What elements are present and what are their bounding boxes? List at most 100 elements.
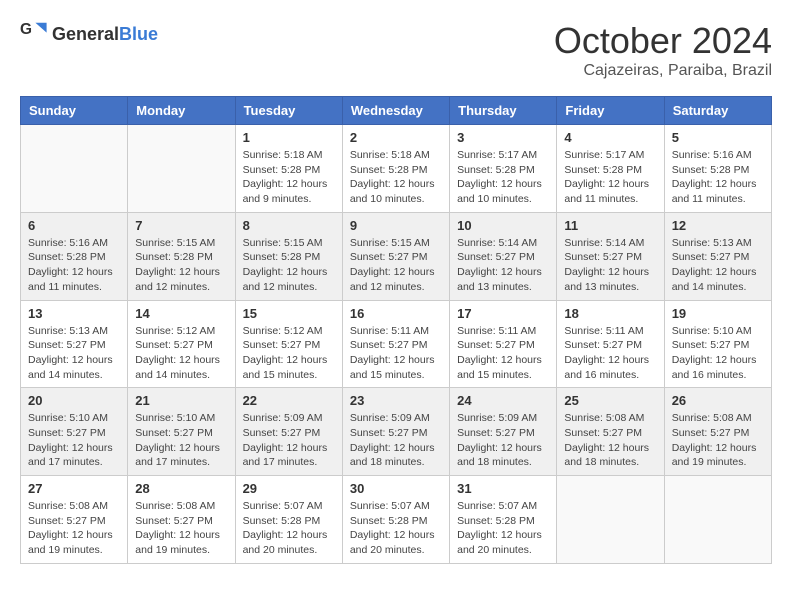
- day-info: Sunrise: 5:07 AM Sunset: 5:28 PM Dayligh…: [243, 499, 335, 558]
- day-info: Sunrise: 5:10 AM Sunset: 5:27 PM Dayligh…: [28, 411, 120, 470]
- weekday-header-cell: Wednesday: [342, 97, 449, 125]
- calendar-week-row: 13 Sunrise: 5:13 AM Sunset: 5:27 PM Dayli…: [21, 300, 772, 388]
- day-info: Sunrise: 5:07 AM Sunset: 5:28 PM Dayligh…: [457, 499, 549, 558]
- day-info: Sunrise: 5:14 AM Sunset: 5:27 PM Dayligh…: [564, 236, 656, 295]
- calendar-cell: 4 Sunrise: 5:17 AM Sunset: 5:28 PM Daylig…: [557, 125, 664, 213]
- calendar-cell: 26 Sunrise: 5:08 AM Sunset: 5:27 PM Dayli…: [664, 388, 771, 476]
- day-number: 28: [135, 481, 227, 496]
- logo: G GeneralBlue: [20, 20, 158, 48]
- weekday-header-cell: Tuesday: [235, 97, 342, 125]
- calendar-cell: 13 Sunrise: 5:13 AM Sunset: 5:27 PM Dayli…: [21, 300, 128, 388]
- day-number: 11: [564, 218, 656, 233]
- calendar-cell: [128, 125, 235, 213]
- calendar-cell: 28 Sunrise: 5:08 AM Sunset: 5:27 PM Dayli…: [128, 476, 235, 564]
- calendar-cell: 3 Sunrise: 5:17 AM Sunset: 5:28 PM Daylig…: [450, 125, 557, 213]
- day-info: Sunrise: 5:15 AM Sunset: 5:28 PM Dayligh…: [135, 236, 227, 295]
- day-info: Sunrise: 5:18 AM Sunset: 5:28 PM Dayligh…: [350, 148, 442, 207]
- day-number: 1: [243, 130, 335, 145]
- day-number: 20: [28, 393, 120, 408]
- calendar-week-row: 6Sunrise: 5:16 AM Sunset: 5:28 PM Daylig…: [21, 212, 772, 300]
- day-number: 3: [457, 130, 549, 145]
- calendar-cell: 14Sunrise: 5:12 AM Sunset: 5:27 PM Dayli…: [128, 300, 235, 388]
- day-number: 15: [243, 306, 335, 321]
- day-info: Sunrise: 5:14 AM Sunset: 5:27 PM Dayligh…: [457, 236, 549, 295]
- day-info: Sunrise: 5:08 AM Sunset: 5:27 PM Dayligh…: [672, 411, 764, 470]
- weekday-header: SundayMondayTuesdayWednesdayThursdayFrid…: [21, 97, 772, 125]
- calendar-cell: 8 Sunrise: 5:15 AM Sunset: 5:28 PM Daylig…: [235, 212, 342, 300]
- day-info: Sunrise: 5:17 AM Sunset: 5:28 PM Dayligh…: [564, 148, 656, 207]
- calendar-cell: 7 Sunrise: 5:15 AM Sunset: 5:28 PM Daylig…: [128, 212, 235, 300]
- weekday-header-cell: Saturday: [664, 97, 771, 125]
- calendar-cell: [21, 125, 128, 213]
- day-number: 13: [28, 306, 120, 321]
- calendar-cell: 15Sunrise: 5:12 AM Sunset: 5:27 PM Dayli…: [235, 300, 342, 388]
- calendar-week-row: 20 Sunrise: 5:10 AM Sunset: 5:27 PM Dayli…: [21, 388, 772, 476]
- calendar-cell: 19 Sunrise: 5:10 AM Sunset: 5:27 PM Dayli…: [664, 300, 771, 388]
- day-info: Sunrise: 5:08 AM Sunset: 5:27 PM Dayligh…: [28, 499, 120, 558]
- calendar-cell: 30Sunrise: 5:07 AM Sunset: 5:28 PM Dayli…: [342, 476, 449, 564]
- day-number: 4: [564, 130, 656, 145]
- calendar-cell: [557, 476, 664, 564]
- day-info: Sunrise: 5:09 AM Sunset: 5:27 PM Dayligh…: [243, 411, 335, 470]
- day-info: Sunrise: 5:09 AM Sunset: 5:27 PM Dayligh…: [350, 411, 442, 470]
- calendar-week-row: 27 Sunrise: 5:08 AM Sunset: 5:27 PM Dayli…: [21, 476, 772, 564]
- day-info: Sunrise: 5:13 AM Sunset: 5:27 PM Dayligh…: [28, 324, 120, 383]
- calendar-cell: 9 Sunrise: 5:15 AM Sunset: 5:27 PM Daylig…: [342, 212, 449, 300]
- day-info: Sunrise: 5:17 AM Sunset: 5:28 PM Dayligh…: [457, 148, 549, 207]
- day-number: 12: [672, 218, 764, 233]
- day-number: 18: [564, 306, 656, 321]
- calendar-cell: 12 Sunrise: 5:13 AM Sunset: 5:27 PM Dayli…: [664, 212, 771, 300]
- day-number: 22: [243, 393, 335, 408]
- day-info: Sunrise: 5:11 AM Sunset: 5:27 PM Dayligh…: [350, 324, 442, 383]
- day-number: 31: [457, 481, 549, 496]
- day-number: 23: [350, 393, 442, 408]
- logo-text-blue: Blue: [119, 24, 158, 44]
- calendar-cell: 2 Sunrise: 5:18 AM Sunset: 5:28 PM Daylig…: [342, 125, 449, 213]
- day-number: 24: [457, 393, 549, 408]
- logo-text-general: General: [52, 24, 119, 44]
- day-number: 5: [672, 130, 764, 145]
- calendar-cell: 16 Sunrise: 5:11 AM Sunset: 5:27 PM Dayli…: [342, 300, 449, 388]
- day-number: 2: [350, 130, 442, 145]
- calendar-cell: 31 Sunrise: 5:07 AM Sunset: 5:28 PM Dayli…: [450, 476, 557, 564]
- day-number: 21: [135, 393, 227, 408]
- title-area: October 2024 Cajazeiras, Paraiba, Brazil: [554, 20, 772, 80]
- calendar-cell: 24 Sunrise: 5:09 AM Sunset: 5:27 PM Dayli…: [450, 388, 557, 476]
- day-number: 29: [243, 481, 335, 496]
- day-number: 26: [672, 393, 764, 408]
- day-info: Sunrise: 5:10 AM Sunset: 5:27 PM Dayligh…: [672, 324, 764, 383]
- calendar-week-row: 1 Sunrise: 5:18 AM Sunset: 5:28 PM Daylig…: [21, 125, 772, 213]
- day-number: 19: [672, 306, 764, 321]
- day-number: 16: [350, 306, 442, 321]
- day-info: Sunrise: 5:08 AM Sunset: 5:27 PM Dayligh…: [564, 411, 656, 470]
- day-number: 8: [243, 218, 335, 233]
- calendar-cell: 10Sunrise: 5:14 AM Sunset: 5:27 PM Dayli…: [450, 212, 557, 300]
- calendar-cell: 20 Sunrise: 5:10 AM Sunset: 5:27 PM Dayli…: [21, 388, 128, 476]
- day-info: Sunrise: 5:09 AM Sunset: 5:27 PM Dayligh…: [457, 411, 549, 470]
- day-number: 30: [350, 481, 442, 496]
- day-info: Sunrise: 5:08 AM Sunset: 5:27 PM Dayligh…: [135, 499, 227, 558]
- day-number: 17: [457, 306, 549, 321]
- calendar-cell: 27 Sunrise: 5:08 AM Sunset: 5:27 PM Dayli…: [21, 476, 128, 564]
- weekday-header-cell: Friday: [557, 97, 664, 125]
- weekday-header-cell: Thursday: [450, 97, 557, 125]
- day-info: Sunrise: 5:16 AM Sunset: 5:28 PM Dayligh…: [672, 148, 764, 207]
- logo-icon: G: [20, 20, 48, 48]
- calendar-cell: 22 Sunrise: 5:09 AM Sunset: 5:27 PM Dayli…: [235, 388, 342, 476]
- calendar-cell: 5 Sunrise: 5:16 AM Sunset: 5:28 PM Daylig…: [664, 125, 771, 213]
- day-number: 7: [135, 218, 227, 233]
- month-title: October 2024: [554, 20, 772, 62]
- weekday-header-cell: Sunday: [21, 97, 128, 125]
- day-info: Sunrise: 5:18 AM Sunset: 5:28 PM Dayligh…: [243, 148, 335, 207]
- calendar-cell: 18Sunrise: 5:11 AM Sunset: 5:27 PM Dayli…: [557, 300, 664, 388]
- calendar-table: SundayMondayTuesdayWednesdayThursdayFrid…: [20, 96, 772, 564]
- day-info: Sunrise: 5:12 AM Sunset: 5:27 PM Dayligh…: [135, 324, 227, 383]
- day-info: Sunrise: 5:15 AM Sunset: 5:28 PM Dayligh…: [243, 236, 335, 295]
- day-info: Sunrise: 5:15 AM Sunset: 5:27 PM Dayligh…: [350, 236, 442, 295]
- day-number: 9: [350, 218, 442, 233]
- weekday-header-cell: Monday: [128, 97, 235, 125]
- day-number: 27: [28, 481, 120, 496]
- location-title: Cajazeiras, Paraiba, Brazil: [554, 62, 772, 80]
- day-info: Sunrise: 5:13 AM Sunset: 5:27 PM Dayligh…: [672, 236, 764, 295]
- calendar-cell: 29 Sunrise: 5:07 AM Sunset: 5:28 PM Dayli…: [235, 476, 342, 564]
